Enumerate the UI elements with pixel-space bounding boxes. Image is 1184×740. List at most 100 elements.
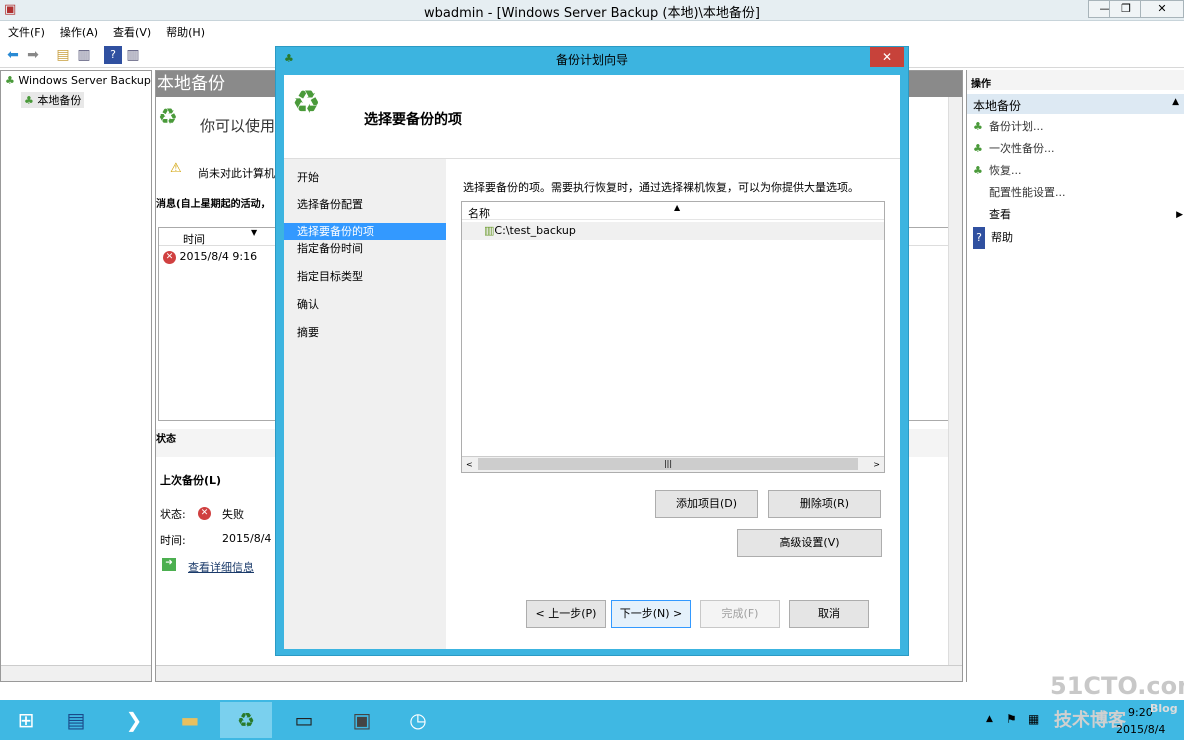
action-center-icon[interactable]: ⚑ <box>1006 712 1017 726</box>
step-summary[interactable]: 摘要 <box>284 324 446 341</box>
action-recover[interactable]: ♣ 恢复... <box>973 160 1183 182</box>
advanced-settings-button[interactable]: 高级设置(V) <box>737 529 882 557</box>
powershell-icon[interactable]: ❯ <box>108 702 160 738</box>
view-details-link[interactable]: 查看详细信息 <box>188 559 254 575</box>
window-title: wbadmin - [Windows Server Backup (本地)\本地… <box>424 6 760 21</box>
action-label: 帮助 <box>991 231 1013 244</box>
show-hide-action-icon[interactable]: ▥ <box>124 46 142 64</box>
control-panel-icon[interactable]: ▣ <box>336 702 388 738</box>
backup-icon: ♣ <box>24 94 34 107</box>
sort-desc-icon: ▼ <box>251 228 258 237</box>
instruction-text: 选择要备份的项。需要执行恢复时，通过选择裸机恢复，可以为你提供大量选项。 <box>463 181 859 194</box>
wbadmin-taskbar-icon[interactable]: ♻ <box>220 702 272 738</box>
clock-date[interactable]: 2015/8/4 <box>1116 723 1165 736</box>
file-explorer-icon[interactable]: ▬ <box>164 702 216 738</box>
backup-once-icon: ♣ <box>973 142 983 155</box>
show-hide-tree-icon[interactable]: ▥ <box>75 46 93 64</box>
server-manager-icon[interactable]: ▤ <box>50 702 102 738</box>
menu-bar: 文件(F) 操作(A) 查看(V) 帮助(H) <box>0 21 1184 42</box>
items-list: 名称 ▲ ▥C:\test_backup < ||| > <box>461 201 885 473</box>
forward-icon[interactable]: ➡ <box>24 46 42 64</box>
action-label: 备份计划... <box>989 120 1044 133</box>
help-icon[interactable]: ? <box>104 46 122 64</box>
cancel-button[interactable]: 取消 <box>789 600 869 628</box>
center-vertical-scrollbar[interactable] <box>948 97 962 665</box>
action-backup-once[interactable]: ♣ 一次性备份... <box>973 138 1183 160</box>
step-start[interactable]: 开始 <box>284 169 446 186</box>
folder-icon: ▥ <box>484 224 495 237</box>
menu-help[interactable]: 帮助(H) <box>158 21 212 40</box>
time-label: 时间: <box>160 534 186 547</box>
actions-panel: 操作 本地备份 ▲ ♣ 备份计划... ♣ 一次性备份... ♣ 恢复... 配置性能设… <box>966 70 1184 682</box>
add-item-button[interactable]: 添加项目(D) <box>655 490 758 518</box>
tree-root-label: Windows Server Backup <box>18 74 151 87</box>
messages-title: 消息(自上星期起的活动， <box>156 199 271 210</box>
dialog-title: 备份计划向导 <box>555 53 628 67</box>
network-icon[interactable]: ▦ <box>1028 712 1039 726</box>
start-button[interactable]: ⊞ <box>0 702 52 738</box>
finish-button: 完成(F) <box>700 600 780 628</box>
table-row[interactable]: ✕ 2015/8/4 9:16 <box>163 250 257 264</box>
menu-view[interactable]: 查看(V) <box>105 21 158 40</box>
backup-schedule-wizard: ♣ 备份计划向导 ✕ ♻ 选择要备份的项 开始 选择备份配置 选择要备份的项 指… <box>275 46 909 656</box>
watermark-site: 51CTO.com <box>1050 672 1184 700</box>
time-value: 2015/8/4 9 <box>222 532 282 545</box>
dialog-heading: 选择要备份的项 <box>364 112 462 128</box>
up-folder-icon[interactable]: ▤ <box>54 46 72 64</box>
step-time[interactable]: 指定备份时间 <box>284 240 446 257</box>
sort-asc-icon: ▲ <box>674 203 681 212</box>
tree-item-label: 本地备份 <box>37 94 82 107</box>
center-horizontal-scrollbar[interactable] <box>156 665 962 681</box>
tree-root[interactable]: ♣ Windows Server Backup <box>5 74 151 87</box>
title-bar: ▣ wbadmin - [Windows Server Backup (本地)\… <box>0 0 1184 21</box>
remove-item-button[interactable]: 删除项(R) <box>768 490 881 518</box>
dialog-header: ♻ 选择要备份的项 <box>284 75 900 159</box>
menu-action[interactable]: 操作(A) <box>52 21 105 40</box>
clock-app-icon[interactable]: ◷ <box>392 702 444 738</box>
action-help[interactable]: ? 帮助 <box>973 227 1183 249</box>
collapse-icon: ▲ <box>1172 97 1179 107</box>
action-label: 配置性能设置... <box>989 186 1066 199</box>
actions-section-label: 本地备份 <box>973 99 1022 113</box>
clock-time[interactable]: 9:20 <box>1128 706 1153 719</box>
tree-horizontal-scrollbar[interactable] <box>1 665 151 681</box>
help-icon: ? <box>973 227 985 249</box>
wizard-steps: 开始 选择备份配置 选择要备份的项 指定备份时间 指定目标类型 确认 摘要 <box>284 159 446 649</box>
warning-icon: ⚠ <box>170 161 182 176</box>
list-item[interactable]: ▥C:\test_backup <box>462 222 884 240</box>
actions-section[interactable]: 本地备份 ▲ <box>967 94 1184 114</box>
list-horizontal-scrollbar[interactable]: < ||| > <box>462 456 884 472</box>
action-backup-schedule[interactable]: ♣ 备份计划... <box>973 116 1183 138</box>
error-icon: ✕ <box>198 506 211 520</box>
backup-icon: ♻ <box>158 105 178 130</box>
actions-title: 操作 <box>967 70 1184 90</box>
back-icon[interactable]: ⬅ <box>4 46 22 64</box>
intro-text: 你可以使用 <box>200 117 276 135</box>
step-config[interactable]: 选择备份配置 <box>284 196 446 213</box>
menu-file[interactable]: 文件(F) <box>0 21 52 40</box>
previous-button[interactable]: < 上一步(P) <box>526 600 606 628</box>
action-configure-performance[interactable]: 配置性能设置... <box>973 182 1183 204</box>
status-label: 状态: <box>160 508 186 521</box>
column-name[interactable]: 名称 <box>468 205 490 221</box>
step-select-items[interactable]: 选择要备份的项 <box>284 223 446 240</box>
cmd-icon[interactable]: ▭ <box>278 702 330 738</box>
close-button[interactable]: ✕ <box>1140 0 1184 18</box>
column-time[interactable]: 时间 <box>183 231 205 247</box>
watermark-blog: Blog <box>1150 702 1178 715</box>
show-hidden-icons[interactable]: ▲ <box>986 714 993 724</box>
maximize-button[interactable]: ❐ <box>1109 0 1143 18</box>
backup-icon: ♣ <box>5 74 15 87</box>
tree-item-local-backup[interactable]: ♣ 本地备份 <box>21 92 85 108</box>
dialog-close-button[interactable]: ✕ <box>870 47 904 67</box>
submenu-arrow-icon: ▶ <box>1176 210 1183 220</box>
action-label: 查看 <box>989 208 1011 221</box>
step-confirm[interactable]: 确认 <box>284 296 446 313</box>
step-target[interactable]: 指定目标类型 <box>284 268 446 285</box>
action-view[interactable]: 查看 ▶ <box>973 204 1183 226</box>
taskbar: ⊞ ▤ ❯ ▬ ♻ ▭ ▣ ◷ ▲ ⚑ ▦ 技术博客 9:20 Blog 201… <box>0 700 1184 740</box>
next-button[interactable]: 下一步(N) > <box>611 600 691 628</box>
row-time: 2015/8/4 9:16 <box>179 250 258 263</box>
status-value: 失败 <box>222 508 244 521</box>
backup-schedule-icon: ♻ <box>292 83 321 121</box>
